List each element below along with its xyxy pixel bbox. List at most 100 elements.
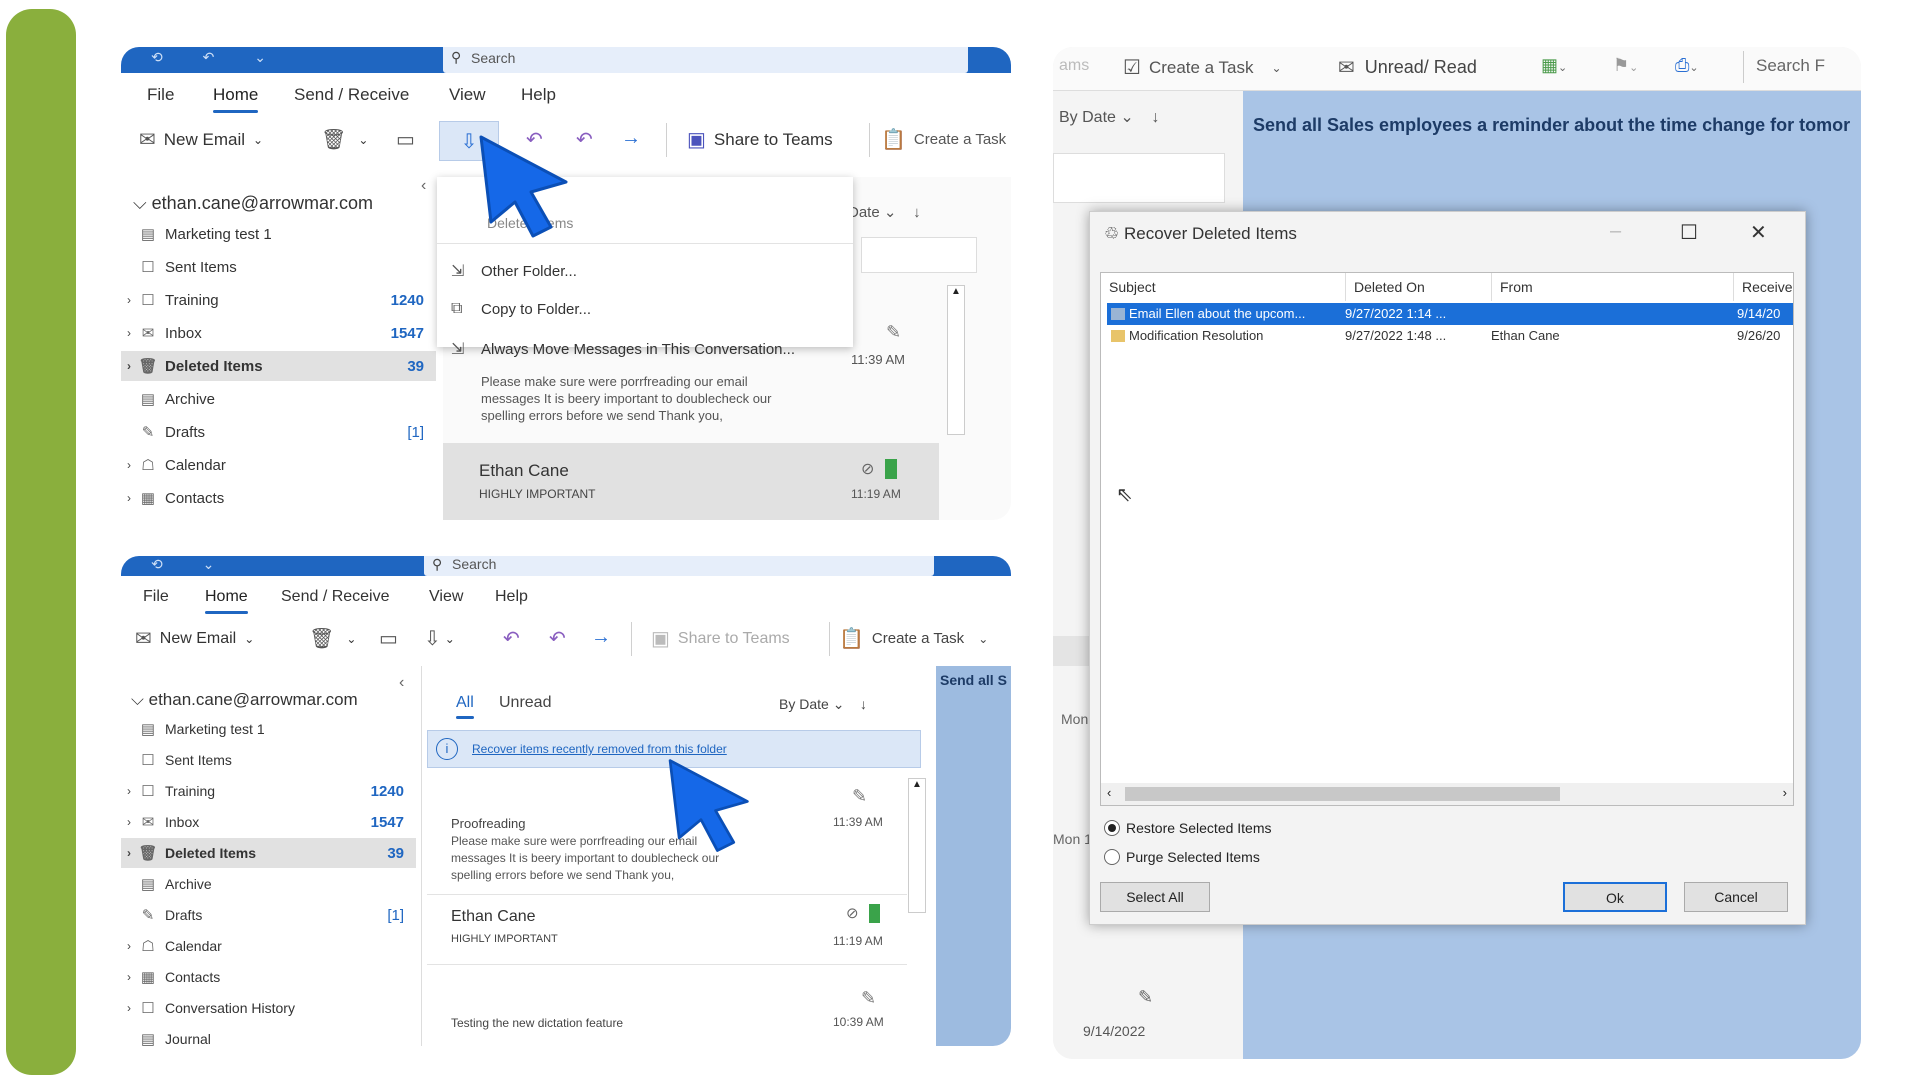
menu-home[interactable]: Home xyxy=(205,588,248,614)
menu-item-always-move[interactable]: ⇲ Always Move Messages in This Conversati… xyxy=(451,339,795,359)
menu-help[interactable]: Help xyxy=(495,588,528,606)
sort-dropdown[interactable]: Date ⌄ ↓ xyxy=(848,203,921,221)
chevron-down-icon[interactable]: ⌄ xyxy=(253,133,263,147)
account-header[interactable]: ⌵ ethan.cane@arrowmar.com xyxy=(131,690,358,710)
reply-button[interactable]: ↶ xyxy=(503,626,520,651)
restore-selected-radio[interactable]: Restore Selected Items xyxy=(1104,820,1272,836)
chevron-down-icon[interactable]: ⌄ xyxy=(978,632,988,646)
chevron-right-icon[interactable]: › xyxy=(121,846,137,860)
horizontal-scrollbar[interactable]: ‹ › xyxy=(1101,783,1793,805)
chevron-right-icon[interactable]: › xyxy=(121,815,137,829)
minimize-icon[interactable]: – xyxy=(1610,220,1621,243)
folder-contacts[interactable]: › ▦ Contacts xyxy=(121,962,416,992)
share-to-teams-button[interactable]: ▣ Share to Teams xyxy=(687,127,833,152)
purge-selected-radio[interactable]: Purge Selected Items xyxy=(1104,849,1260,865)
reply-all-button[interactable]: ↶ xyxy=(549,626,566,651)
maximize-icon[interactable]: ☐ xyxy=(1680,220,1698,245)
folder-conversation-history[interactable]: › ☐ Conversation History xyxy=(121,993,416,1023)
folder-marketing-test-1[interactable]: ▤ Marketing test 1 xyxy=(121,219,436,249)
archive-button[interactable]: ▭ xyxy=(379,626,398,651)
folder-drafts[interactable]: ✎ Drafts [1] xyxy=(121,900,416,930)
message-item[interactable] xyxy=(1053,153,1225,203)
create-task-button[interactable]: 📋 Create a Task xyxy=(881,127,1006,152)
folder-deleted-items[interactable]: › 🗑 Deleted Items 39 xyxy=(121,351,436,381)
scroll-right-icon[interactable]: › xyxy=(1783,785,1787,800)
cancel-button[interactable]: Cancel xyxy=(1684,882,1788,912)
chevron-right-icon[interactable]: › xyxy=(121,970,137,984)
ok-button[interactable]: Ok xyxy=(1563,882,1667,912)
folder-journal[interactable]: ▤ Journal xyxy=(121,1024,416,1046)
folder-contacts[interactable]: › ▦ Contacts xyxy=(121,483,436,513)
create-task-button[interactable]: ☑ Create a Task ⌄ xyxy=(1123,55,1282,80)
message-item-selected[interactable]: Ethan Cane HIGHLY IMPORTANT ⊘ 11:19 AM xyxy=(443,443,939,520)
create-task-button[interactable]: 📋 Create a Task ⌄ xyxy=(839,626,988,651)
chevron-right-icon[interactable]: › xyxy=(121,359,137,373)
deleted-item-row[interactable]: Email Ellen about the upcom... 9/27/2022… xyxy=(1107,303,1793,325)
collapse-pane-icon[interactable]: ‹ xyxy=(421,177,426,195)
chevron-right-icon[interactable]: › xyxy=(121,1001,137,1015)
menu-item-copy-to-folder[interactable]: ⧉ Copy to Folder... xyxy=(451,300,591,318)
search-box[interactable]: ⚲ Search xyxy=(424,556,934,576)
chevron-right-icon[interactable]: › xyxy=(121,491,137,505)
tab-unread[interactable]: Unread xyxy=(499,694,551,712)
delete-button[interactable]: 🗑 ⌄ xyxy=(309,626,356,651)
move-button[interactable]: ⇩ ⌄ xyxy=(424,626,455,651)
sort-dropdown[interactable]: By Date ⌄ ↓ xyxy=(1059,107,1160,127)
menu-send-receive[interactable]: Send / Receive xyxy=(281,588,390,606)
recover-items-link[interactable]: Recover items recently removed from this… xyxy=(472,742,727,756)
menu-view[interactable]: View xyxy=(449,85,486,105)
new-email-button[interactable]: ✉ New Email ⌄ xyxy=(139,127,263,152)
collapse-pane-icon[interactable]: ‹ xyxy=(399,674,404,692)
column-header-received[interactable]: Receive xyxy=(1733,273,1795,301)
scrollbar[interactable]: ▲ xyxy=(908,778,926,913)
delete-button[interactable]: 🗑 ⌄ xyxy=(321,127,368,152)
forward-button[interactable]: → xyxy=(621,127,641,150)
chevron-right-icon[interactable]: › xyxy=(121,326,137,340)
scroll-left-icon[interactable]: ‹ xyxy=(1107,785,1111,800)
chevron-down-icon[interactable]: ⌄ xyxy=(346,632,356,646)
chevron-right-icon[interactable]: › xyxy=(121,293,137,307)
account-header[interactable]: ⌵ ethan.cane@arrowmar.com xyxy=(133,193,373,214)
categorize-icon[interactable]: ▦⌄ xyxy=(1541,55,1567,76)
scrollbar-thumb[interactable] xyxy=(1125,787,1560,801)
menu-file[interactable]: File xyxy=(143,588,169,606)
select-all-button[interactable]: Select All xyxy=(1100,882,1210,912)
folder-deleted-items[interactable]: › 🗑 Deleted Items 39 xyxy=(121,838,416,868)
chevron-right-icon[interactable]: › xyxy=(121,784,137,798)
folder-inbox[interactable]: › ✉ Inbox 1547 xyxy=(121,318,436,348)
folder-marketing-test-1[interactable]: ▤ Marketing test 1 xyxy=(121,714,416,744)
chevron-down-icon[interactable]: ⌄ xyxy=(1272,61,1282,75)
folder-inbox[interactable]: › ✉ Inbox 1547 xyxy=(121,807,416,837)
forward-button[interactable]: → xyxy=(591,626,611,649)
folder-training[interactable]: › ☐ Training 1240 xyxy=(121,285,436,315)
chevron-down-icon[interactable]: ⌄ xyxy=(358,133,368,147)
archive-button[interactable]: ▭ xyxy=(396,127,415,152)
menu-help[interactable]: Help xyxy=(521,85,556,105)
folder-calendar[interactable]: › ☖ Calendar xyxy=(121,450,436,480)
menu-file[interactable]: File xyxy=(147,85,174,105)
chevron-right-icon[interactable]: › xyxy=(121,458,137,472)
scrollbar[interactable]: ▲ xyxy=(947,285,965,435)
chevron-down-icon[interactable]: ⌄ xyxy=(445,632,455,646)
folder-drafts[interactable]: ✎ Drafts [1] xyxy=(121,417,436,447)
menu-item-other-folder[interactable]: ⇲ Other Folder... xyxy=(451,261,577,281)
flag-icon[interactable]: ⚑⌄ xyxy=(1613,55,1638,76)
menu-view[interactable]: View xyxy=(429,588,463,606)
search-box[interactable]: ⚲ Search xyxy=(443,47,968,73)
menu-send-receive[interactable]: Send / Receive xyxy=(294,85,409,105)
tab-all[interactable]: All xyxy=(456,694,474,719)
chevron-down-icon[interactable]: ⌄ xyxy=(244,632,254,646)
search-input[interactable]: Search F xyxy=(1743,51,1861,83)
folder-training[interactable]: › ☐ Training 1240 xyxy=(121,776,416,806)
deleted-item-row[interactable]: Modification Resolution 9/27/2022 1:48 .… xyxy=(1107,325,1793,347)
folder-archive[interactable]: ▤ Archive xyxy=(121,869,416,899)
folder-archive[interactable]: ▤ Archive xyxy=(121,384,436,414)
folder-calendar[interactable]: › ☖ Calendar xyxy=(121,931,416,961)
folder-sent-items[interactable]: ☐ Sent Items xyxy=(121,252,436,282)
share-to-teams-button[interactable]: ▣ Share to Teams xyxy=(651,626,790,651)
column-header-subject[interactable]: Subject xyxy=(1101,273,1164,301)
new-email-button[interactable]: ✉ New Email ⌄ xyxy=(135,626,254,651)
folder-sent-items[interactable]: ☐ Sent Items xyxy=(121,745,416,775)
unread-read-button[interactable]: ✉ Unread/ Read xyxy=(1338,55,1477,80)
print-icon[interactable]: ⎙⌄ xyxy=(1675,55,1699,76)
